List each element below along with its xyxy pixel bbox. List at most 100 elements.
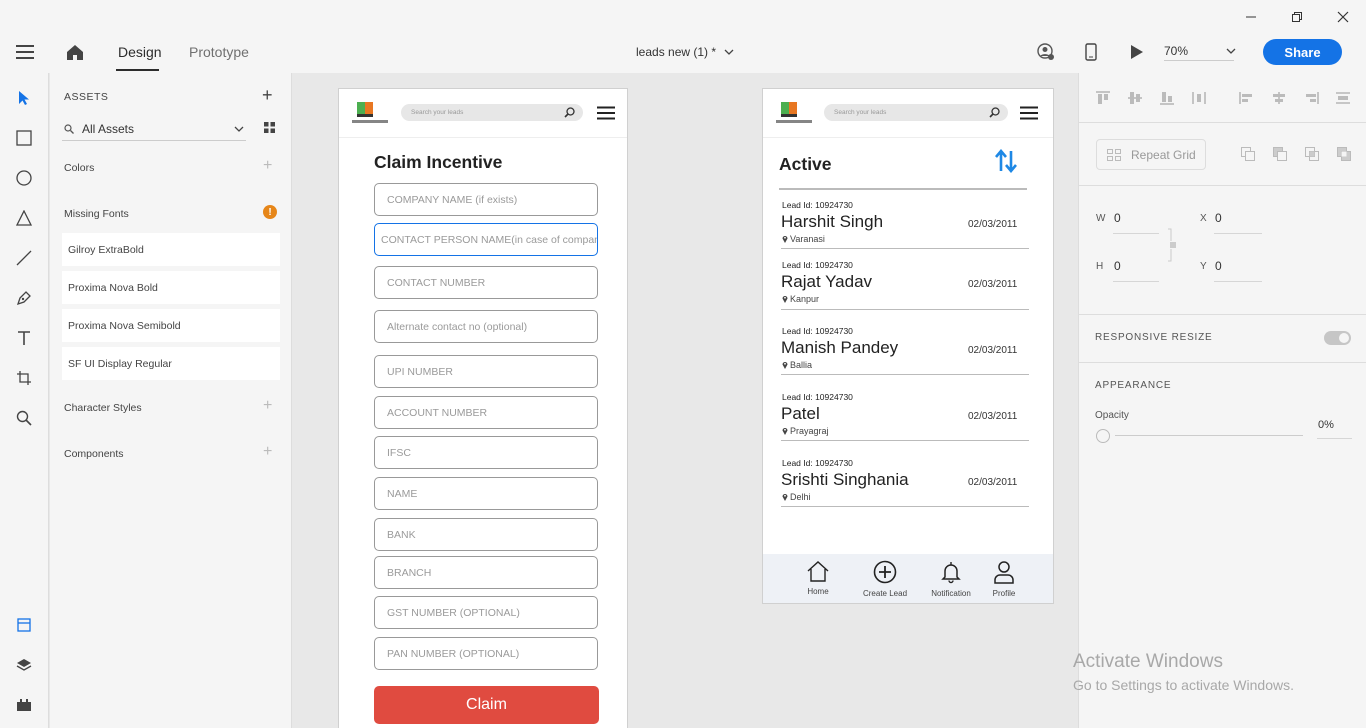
artboard-tool[interactable] — [12, 366, 36, 390]
dashboard-artboard[interactable]: Search your leads Active Lead Id: 109247… — [762, 88, 1054, 604]
company-name-field[interactable]: COMPANY NAME (if exists) — [374, 183, 598, 216]
missing-font-item[interactable]: Proxima Nova Bold — [62, 271, 280, 304]
grid-view-button[interactable] — [264, 120, 275, 138]
menu-button[interactable] — [1020, 106, 1038, 125]
height-input[interactable]: 0 — [1114, 259, 1121, 273]
responsive-resize-toggle[interactable] — [1324, 331, 1351, 345]
ellipse-tool[interactable] — [12, 166, 36, 190]
lead-list-item[interactable]: Lead Id: 10924730 Harshit Singh 02/03/20… — [781, 200, 1029, 250]
collaborator-button[interactable] — [1037, 43, 1055, 66]
zoom-dropdown[interactable]: 70% — [1164, 44, 1240, 58]
upi-number-field[interactable]: UPI NUMBER — [374, 355, 598, 388]
close-button[interactable] — [1320, 0, 1366, 33]
document-title-dropdown[interactable]: leads new (1) * — [636, 45, 734, 59]
select-tool[interactable] — [12, 86, 36, 110]
list-divider — [779, 188, 1027, 190]
search-input[interactable]: Search your leads — [824, 104, 1008, 121]
colors-section[interactable]: Colors — [64, 162, 94, 174]
branch-field[interactable]: BRANCH — [374, 556, 598, 589]
lead-list-item[interactable]: Lead Id: 10924730 Rajat Yadav 02/03/2011… — [781, 260, 1029, 310]
width-underline — [1113, 233, 1159, 234]
sort-button[interactable] — [995, 148, 1017, 178]
pen-tool[interactable] — [12, 286, 36, 310]
nav-profile[interactable]: Profile — [987, 560, 1021, 598]
y-input[interactable]: 0 — [1215, 259, 1222, 273]
subtract-shapes-icon[interactable] — [1273, 147, 1287, 161]
width-input[interactable]: 0 — [1114, 211, 1121, 225]
pan-number-field[interactable]: PAN NUMBER (OPTIONAL) — [374, 637, 598, 670]
intersect-shapes-icon[interactable] — [1305, 147, 1319, 161]
components-section[interactable]: Components — [64, 448, 124, 460]
nav-notification[interactable]: Notification — [927, 560, 975, 598]
menu-button[interactable] — [597, 106, 615, 125]
assets-filter-dropdown[interactable]: All Assets — [62, 117, 246, 141]
align-left-icon[interactable] — [1239, 91, 1255, 105]
account-number-field[interactable]: ACCOUNT NUMBER — [374, 396, 598, 429]
contact-person-field[interactable]: CONTACT PERSON NAME(in case of company) — [374, 223, 598, 256]
repeat-grid-button[interactable]: Repeat Grid — [1096, 139, 1206, 170]
gst-number-field[interactable]: GST NUMBER (OPTIONAL) — [374, 596, 598, 629]
lead-list-item[interactable]: Lead Id: 10924730 Manish Pandey 02/03/20… — [781, 326, 1029, 376]
x-input[interactable]: 0 — [1215, 211, 1222, 225]
add-shapes-icon[interactable] — [1241, 147, 1255, 161]
plugins-panel-button[interactable] — [12, 693, 36, 717]
exclude-shapes-icon[interactable] — [1337, 147, 1351, 161]
nav-home[interactable]: Home — [801, 560, 835, 596]
bank-field[interactable]: BANK — [374, 518, 598, 551]
claim-button[interactable]: Claim — [374, 686, 599, 724]
align-bottom-icon[interactable] — [1159, 91, 1175, 105]
align-middle-icon[interactable] — [1127, 91, 1143, 105]
tab-design[interactable]: Design — [118, 44, 162, 60]
add-color-button[interactable]: + — [263, 157, 272, 175]
design-canvas[interactable]: Search your leads Claim Incentive COMPAN… — [292, 73, 1078, 728]
lock-aspect-button[interactable] — [1167, 228, 1179, 267]
nav-create-lead[interactable]: Create Lead — [861, 560, 909, 598]
opacity-slider-track[interactable] — [1115, 435, 1303, 436]
text-tool[interactable] — [12, 326, 36, 350]
distribute-horizontal-icon[interactable] — [1335, 91, 1351, 105]
align-top-icon[interactable] — [1095, 91, 1111, 105]
align-center-icon[interactable] — [1271, 91, 1287, 105]
claim-incentive-artboard[interactable]: Search your leads Claim Incentive COMPAN… — [338, 88, 628, 728]
home-icon — [807, 561, 829, 582]
hamburger-menu-button[interactable] — [16, 44, 34, 65]
missing-font-item[interactable]: SF UI Display Regular — [62, 347, 280, 380]
search-input[interactable]: Search your leads — [401, 104, 583, 121]
line-tool[interactable] — [12, 246, 36, 270]
lead-divider — [781, 374, 1029, 375]
distribute-vertical-icon[interactable] — [1191, 91, 1207, 105]
restore-icon — [1292, 11, 1302, 22]
opacity-slider-handle[interactable] — [1096, 429, 1110, 443]
tab-prototype[interactable]: Prototype — [189, 44, 249, 60]
home-button[interactable] — [66, 43, 84, 66]
name-field[interactable]: NAME — [374, 477, 598, 510]
missing-font-item[interactable]: Proxima Nova Semibold — [62, 309, 280, 342]
add-component-button[interactable]: + — [263, 443, 272, 461]
opacity-input[interactable]: 0% — [1318, 419, 1334, 431]
missing-font-item[interactable]: Gilroy ExtraBold — [62, 233, 280, 266]
play-button[interactable] — [1130, 44, 1144, 65]
assets-panel-button[interactable] — [12, 613, 36, 637]
layers-panel-button[interactable] — [12, 653, 36, 677]
share-button[interactable]: Share — [1263, 39, 1342, 65]
plus-circle-icon — [873, 560, 897, 584]
lead-list-item[interactable]: Lead Id: 10924730 Patel 02/03/2011 Praya… — [781, 392, 1029, 442]
lead-id: Lead Id: 10924730 — [782, 260, 853, 270]
device-preview-button[interactable] — [1085, 43, 1097, 66]
alternate-contact-field[interactable]: Alternate contact no (optional) — [374, 310, 598, 343]
character-styles-section[interactable]: Character Styles — [64, 402, 142, 414]
contact-number-field[interactable]: CONTACT NUMBER — [374, 266, 598, 299]
polygon-tool[interactable] — [12, 206, 36, 230]
brand-logo — [352, 102, 388, 124]
rectangle-tool[interactable] — [12, 126, 36, 150]
restore-button[interactable] — [1274, 0, 1320, 33]
minimize-button[interactable] — [1228, 0, 1274, 33]
assets-filter-label: All Assets — [82, 121, 135, 136]
align-right-icon[interactable] — [1303, 91, 1319, 105]
add-asset-button[interactable]: + — [262, 86, 273, 104]
zoom-tool[interactable] — [12, 406, 36, 430]
add-character-style-button[interactable]: + — [263, 397, 272, 415]
ifsc-field[interactable]: IFSC — [374, 436, 598, 469]
missing-fonts-section[interactable]: Missing Fonts — [64, 208, 129, 220]
lead-list-item[interactable]: Lead Id: 10924730 Srishti Singhania 02/0… — [781, 458, 1029, 508]
